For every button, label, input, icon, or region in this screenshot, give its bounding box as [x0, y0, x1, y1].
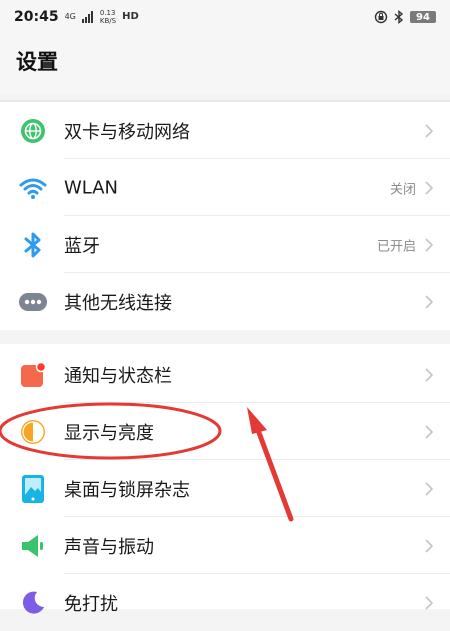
settings-item-label: 桌面与锁屏杂志 — [64, 479, 190, 501]
chevron-right-icon — [425, 237, 434, 252]
speed-unit: KB/S — [99, 17, 117, 25]
brightness-icon — [19, 418, 47, 446]
wifi-icon — [19, 174, 47, 202]
chevron-right-icon — [425, 180, 434, 195]
settings-item-label: 声音与振动 — [64, 536, 154, 558]
notification-icon — [19, 361, 47, 389]
settings-item-label: 蓝牙 — [64, 235, 100, 257]
settings-item-bluetooth[interactable]: 蓝牙 已开启 — [0, 216, 450, 273]
page-title: 设置 — [16, 50, 58, 74]
chevron-right-icon — [425, 424, 434, 439]
chevron-right-icon — [425, 123, 434, 138]
network-speed: 0.13 KB/S — [100, 9, 116, 25]
settings-item-value: 关闭 — [389, 182, 416, 197]
status-right: 94 — [374, 10, 436, 24]
moon-icon — [19, 589, 47, 617]
settings-item-label: 其他无线连接 — [64, 292, 172, 314]
hd-indicator: HD — [122, 11, 139, 22]
status-bar: 20:45 4G 0.13 KB/S HD 94 — [0, 0, 450, 34]
settings-item-display-brightness[interactable]: 显示与亮度 — [0, 403, 450, 460]
chevron-right-icon — [425, 538, 434, 553]
bluetooth-icon — [19, 231, 47, 259]
settings-item-notifications[interactable]: 通知与状态栏 — [0, 346, 450, 403]
settings-item-dual-sim[interactable]: 双卡与移动网络 — [0, 102, 450, 159]
settings-group-display: 通知与状态栏 显示与亮度 桌面与锁屏杂志 声音与振动 免打扰 — [0, 344, 450, 615]
chevron-right-icon — [425, 294, 434, 309]
settings-item-label: 通知与状态栏 — [64, 365, 172, 387]
settings-item-other-wireless[interactable]: 其他无线连接 — [0, 273, 450, 330]
battery-level: 94 — [410, 11, 436, 23]
settings-item-label: 免打扰 — [64, 593, 118, 615]
app-header: 设置 — [0, 34, 450, 94]
settings-item-label: WLAN — [64, 177, 119, 198]
globe-icon — [19, 117, 47, 145]
rotation-lock-icon — [374, 10, 388, 24]
bluetooth-status-icon — [394, 10, 404, 24]
signal-icon — [81, 11, 93, 23]
settings-item-wallpaper[interactable]: 桌面与锁屏杂志 — [0, 460, 450, 517]
chevron-right-icon — [425, 367, 434, 382]
settings-item-label: 双卡与移动网络 — [64, 121, 190, 143]
settings-item-do-not-disturb[interactable]: 免打扰 — [0, 574, 450, 631]
chevron-right-icon — [425, 481, 434, 496]
chevron-right-icon — [425, 595, 434, 610]
settings-item-sound-vibration[interactable]: 声音与振动 — [0, 517, 450, 574]
network-type: 4G — [64, 12, 76, 21]
wallpaper-icon — [19, 474, 47, 503]
settings-group-connectivity: 双卡与移动网络 WLAN 关闭 蓝牙 已开启 其他无线连接 — [0, 100, 450, 330]
status-left: 20:45 4G 0.13 KB/S HD — [14, 9, 139, 25]
settings-item-wlan[interactable]: WLAN 关闭 — [0, 159, 450, 216]
speed-value: 0.13 — [99, 9, 116, 17]
settings-item-value: 已开启 — [376, 239, 416, 254]
sound-icon — [19, 532, 47, 560]
settings-item-label: 显示与亮度 — [64, 422, 154, 444]
status-time: 20:45 — [14, 9, 59, 25]
more-icon — [19, 288, 47, 316]
